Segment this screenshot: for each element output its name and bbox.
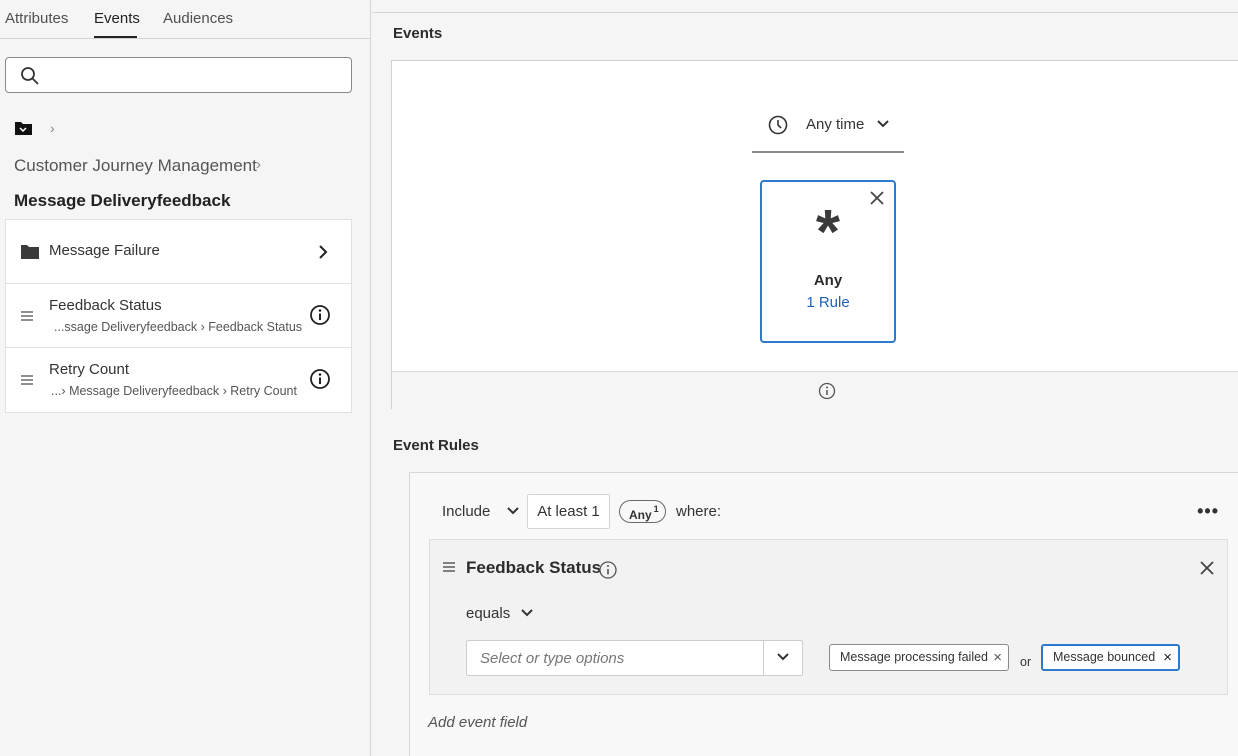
include-dropdown-label[interactable]: Include [442, 503, 490, 520]
events-section-title: Events [393, 25, 443, 42]
tab-audiences[interactable]: Audiences [163, 10, 233, 27]
drag-handle-icon[interactable] [20, 310, 34, 322]
breadcrumb-separator-icon: › [256, 156, 261, 173]
list-item-feedback-status[interactable]: Feedback Status ...ssage Deliveryfeedbac… [6, 284, 351, 348]
breadcrumb-separator-icon: › [50, 120, 55, 136]
any-pill[interactable]: Any 1 [619, 500, 666, 523]
divider [372, 12, 1238, 13]
clock-icon [768, 115, 788, 135]
time-filter-dropdown[interactable]: Any time [752, 111, 904, 153]
schema-list: Message Failure Feedback Status ...ssage… [5, 219, 352, 413]
events-footer [392, 371, 1238, 409]
time-filter-label: Any time [806, 116, 865, 133]
chevron-down-icon[interactable] [506, 506, 520, 516]
field-name: Feedback Status [466, 558, 602, 577]
list-item-message-failure[interactable]: Message Failure [6, 220, 351, 284]
combobox-placeholder: Select or type options [480, 650, 625, 667]
tab-events[interactable]: Events [94, 10, 140, 27]
tab-bar: Attributes Events Audiences [0, 0, 371, 39]
folder-icon [21, 245, 39, 259]
breadcrumb-current: Message Deliveryfeedback [14, 191, 231, 210]
close-icon[interactable] [1199, 560, 1215, 576]
list-item-label: Feedback Status [49, 297, 162, 314]
field-path: ...› Message Deliveryfeedback › Retry Co… [51, 384, 297, 398]
info-icon[interactable] [598, 560, 618, 580]
chevron-down-icon [877, 120, 889, 128]
field-path: ...ssage Deliveryfeedback › Feedback Sta… [54, 320, 303, 334]
chevron-down-icon[interactable] [520, 608, 534, 618]
chevron-right-icon[interactable] [315, 242, 331, 262]
value-tag[interactable]: Message bounced × [1041, 644, 1180, 671]
list-item-retry-count[interactable]: Retry Count ...› Message Deliveryfeedbac… [6, 348, 351, 412]
asterisk-icon: * [815, 198, 841, 267]
rules-link[interactable]: 1 Rule [762, 294, 894, 311]
remove-tag-icon[interactable]: × [1163, 646, 1172, 669]
info-icon[interactable] [309, 368, 331, 390]
remove-tag-icon[interactable]: × [993, 645, 1002, 670]
or-label: or [1020, 655, 1032, 669]
more-options-icon[interactable]: ••• [1197, 501, 1219, 522]
chevron-down-icon [777, 653, 789, 661]
add-event-field-link[interactable]: Add event field [428, 714, 527, 731]
operator-dropdown-label[interactable]: equals [466, 605, 510, 622]
list-item-label: Retry Count [49, 361, 130, 378]
count-selector[interactable]: At least 1 [527, 494, 610, 529]
drag-handle-icon[interactable] [20, 374, 34, 386]
any-event-card[interactable]: * Any 1 Rule [760, 180, 896, 343]
value-combobox[interactable]: Select or type options [466, 640, 803, 676]
search-icon [21, 67, 39, 85]
events-container: Any time * Any 1 Rule [391, 60, 1238, 409]
event-rules-container: Include At least 1 Any 1 where: ••• Feedb… [409, 472, 1238, 756]
list-item-label: Message Failure [49, 242, 160, 259]
left-panel: Attributes Events Audiences › Customer J… [0, 0, 371, 756]
tab-attributes[interactable]: Attributes [5, 10, 68, 27]
drag-handle-icon[interactable] [442, 561, 456, 573]
event-rules-title: Event Rules [393, 437, 479, 454]
folder-icon[interactable] [14, 120, 34, 136]
info-icon[interactable] [309, 304, 331, 326]
where-label: where: [676, 503, 722, 520]
card-label: Any [813, 272, 843, 289]
combobox-toggle-button[interactable] [763, 641, 802, 675]
value-tag[interactable]: Message processing failed × [829, 644, 1009, 671]
breadcrumb-parent[interactable]: Customer Journey Management [14, 156, 257, 176]
info-icon[interactable] [818, 382, 836, 400]
field-rule-card: Feedback Status equals Select or type op… [429, 539, 1228, 695]
search-field[interactable] [5, 57, 352, 93]
main-canvas: Events Any time * Any 1 Rule Event Rules… [372, 0, 1238, 756]
active-tab-indicator [94, 36, 137, 38]
